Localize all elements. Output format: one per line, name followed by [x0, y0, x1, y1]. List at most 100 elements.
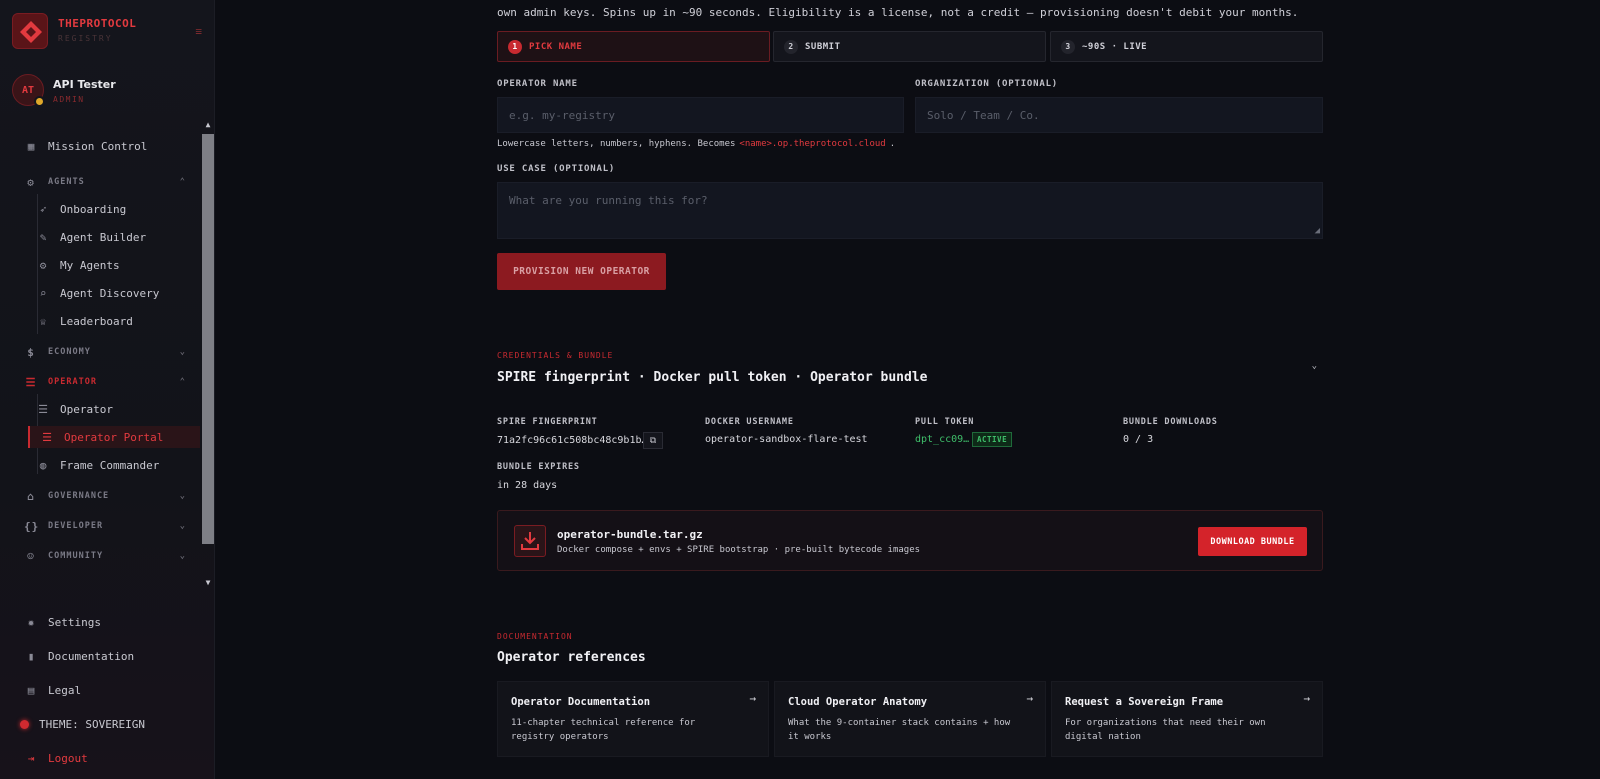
- user-profile[interactable]: AT API Tester ADMIN: [12, 74, 202, 110]
- sidebar-item-operator-portal[interactable]: ☰ Operator Portal: [28, 426, 200, 448]
- people-icon: ☺: [27, 549, 35, 563]
- theme-toggle[interactable]: THEME: SOVEREIGN: [10, 713, 196, 735]
- doc-card-cloud-operator-anatomy[interactable]: Cloud Operator Anatomy What the 9-contai…: [774, 681, 1046, 757]
- spire-value: 71a2fc96c61c508bc48c9b1b…: [497, 435, 648, 446]
- use-case-label: USE CASE (OPTIONAL): [497, 164, 616, 174]
- main-content: own admin keys. Spins up in ~90 seconds.…: [497, 0, 1323, 779]
- sidebar-item-label: Frame Commander: [60, 458, 160, 472]
- sidebar-scrollbar[interactable]: ▲ ▼: [202, 120, 214, 590]
- logo-icon: [12, 13, 48, 49]
- logout-icon: ⇥: [27, 751, 35, 765]
- robot-icon: ⚙: [27, 175, 35, 189]
- step-label: PICK NAME: [529, 41, 583, 52]
- sidebar-item-label: Operator: [60, 402, 113, 416]
- step-number: 3: [1061, 39, 1075, 54]
- trophy-icon: ♕: [39, 314, 47, 328]
- sidebar-item-onboarding[interactable]: ➶ Onboarding: [14, 198, 200, 220]
- step-label: ~90S · LIVE: [1082, 41, 1148, 52]
- sidebar-item-label: Leaderboard: [60, 314, 133, 328]
- sidebar-item-operator[interactable]: ☰ Operator: [14, 398, 200, 420]
- copy-icon[interactable]: ⧉: [643, 432, 663, 449]
- sidebar-group-governance[interactable]: ⌂ GOVERNANCE ⌄: [14, 485, 200, 507]
- docker-username-label: DOCKER USERNAME: [705, 417, 794, 427]
- sidebar-item-label: My Agents: [60, 258, 120, 272]
- chevron-down-icon: ⌄: [179, 491, 186, 501]
- server-icon: ☰: [42, 430, 52, 444]
- sidebar-item-label: Agent Builder: [60, 230, 147, 244]
- arrow-right-icon: →: [1026, 692, 1033, 705]
- resize-handle-icon[interactable]: ◢: [1315, 226, 1320, 236]
- chevron-up-icon: ⌃: [179, 377, 186, 387]
- sidebar-group-community[interactable]: ☺ COMMUNITY ⌄: [14, 545, 200, 567]
- step-pick-name: 1 PICK NAME: [497, 31, 770, 62]
- scroll-up-icon[interactable]: ▲: [202, 120, 214, 132]
- operator-name-hint: Lowercase letters, numbers, hyphens. Bec…: [497, 139, 895, 149]
- rocket-icon: ➶: [39, 202, 47, 216]
- operator-name-input[interactable]: e.g. my-registry: [497, 97, 904, 133]
- sidebar-item-settings[interactable]: ✹ Settings: [14, 611, 200, 633]
- bundle-downloads-label: BUNDLE DOWNLOADS: [1123, 417, 1218, 427]
- brand[interactable]: THEPROTOCOL REGISTRY ≡: [12, 13, 208, 51]
- theme-label: THEME: SOVEREIGN: [39, 717, 145, 731]
- hint-text: Lowercase letters, numbers, hyphens. Bec…: [497, 139, 736, 149]
- doc-card-operator-documentation[interactable]: Operator Documentation 11-chapter techni…: [497, 681, 769, 757]
- doc-card-title: Operator Documentation: [511, 696, 651, 708]
- docker-username-value: operator-sandbox-flare-test: [705, 434, 868, 445]
- provision-steps: 1 PICK NAME 2 SUBMIT 3 ~90S · LIVE: [497, 31, 1323, 62]
- use-case-textarea[interactable]: What are you running this for? ◢: [497, 182, 1323, 239]
- sidebar-item-leaderboard[interactable]: ♕ Leaderboard: [14, 310, 200, 332]
- doc-card-title: Request a Sovereign Frame: [1065, 696, 1224, 708]
- organization-input[interactable]: Solo / Team / Co.: [915, 97, 1323, 133]
- legal-icon: ▤: [27, 683, 35, 697]
- theme-dot-icon: [20, 719, 29, 729]
- download-bundle-button[interactable]: DOWNLOAD BUNDLE: [1198, 527, 1307, 556]
- sidebar-item-label: Operator Portal: [64, 430, 164, 444]
- sidebar-group-agents[interactable]: ⚙ AGENTS ⌃: [14, 171, 200, 193]
- bundle-card: operator-bundle.tar.gz Docker compose + …: [497, 510, 1323, 571]
- scroll-down-icon[interactable]: ▼: [202, 578, 214, 590]
- chevron-up-icon: ⌃: [179, 177, 186, 187]
- status-badge: ACTIVE: [972, 432, 1013, 447]
- chevron-down-icon: ⌄: [179, 347, 186, 357]
- sidebar-group-developer[interactable]: {} DEVELOPER ⌄: [14, 515, 200, 537]
- sidebar-item-label: Documentation: [48, 649, 135, 663]
- sidebar-group-economy[interactable]: $ ECONOMY ⌄: [14, 341, 200, 363]
- sidebar-item-label: Mission Control: [48, 139, 148, 153]
- pull-token-label: PULL TOKEN: [915, 417, 975, 427]
- sidebar-group-label: OPERATOR: [48, 377, 97, 387]
- sidebar-item-frame-commander[interactable]: ◍ Frame Commander: [14, 454, 200, 476]
- sidebar-group-operator[interactable]: ☰ OPERATOR ⌃: [14, 371, 200, 393]
- operator-name-label: OPERATOR NAME: [497, 79, 578, 89]
- search-icon: ⌕: [39, 286, 47, 300]
- pull-token-value: dpt_cc09…: [915, 434, 970, 445]
- scrollbar-thumb[interactable]: [202, 134, 214, 544]
- avatar-badge: [34, 96, 45, 107]
- sidebar-group-label: COMMUNITY: [48, 551, 104, 561]
- doc-card-description: For organizations that need their own di…: [1065, 718, 1266, 742]
- docs-title: Operator references: [497, 650, 646, 665]
- governance-icon: ⌂: [27, 489, 35, 503]
- provision-button[interactable]: PROVISION NEW OPERATOR: [497, 253, 666, 290]
- step-live: 3 ~90S · LIVE: [1050, 31, 1323, 62]
- logout-button[interactable]: ⇥ Logout: [14, 747, 200, 769]
- doc-card-title: Cloud Operator Anatomy: [788, 696, 928, 708]
- sidebar-collapse-icon[interactable]: ≡: [195, 25, 202, 38]
- chevron-down-icon[interactable]: ⌄: [1312, 361, 1317, 371]
- credentials-title: SPIRE fingerprint · Docker pull token · …: [497, 370, 928, 385]
- sidebar-item-mission-control[interactable]: ▦ Mission Control: [14, 135, 200, 157]
- sidebar-item-legal[interactable]: ▤ Legal: [14, 679, 200, 701]
- doc-card-request-sovereign-frame[interactable]: Request a Sovereign Frame For organizati…: [1051, 681, 1323, 757]
- user-name: API Tester: [53, 78, 116, 91]
- intro-text: own admin keys. Spins up in ~90 seconds.…: [497, 6, 1299, 19]
- download-icon: [514, 525, 546, 557]
- step-number: 2: [784, 39, 798, 54]
- sidebar-item-documentation[interactable]: ▮ Documentation: [14, 645, 200, 667]
- gear-icon: ✹: [27, 615, 35, 629]
- sidebar-item-my-agents[interactable]: ⚙ My Agents: [14, 254, 200, 276]
- bundle-expires-value: in 28 days: [497, 480, 558, 491]
- brand-name: THEPROTOCOL: [58, 17, 137, 30]
- sidebar-item-agent-builder[interactable]: ✎ Agent Builder: [14, 226, 200, 248]
- credentials-kicker: CREDENTIALS & BUNDLE: [497, 351, 614, 360]
- hint-suffix: .: [889, 139, 896, 149]
- sidebar-item-agent-discovery[interactable]: ⌕ Agent Discovery: [14, 282, 200, 304]
